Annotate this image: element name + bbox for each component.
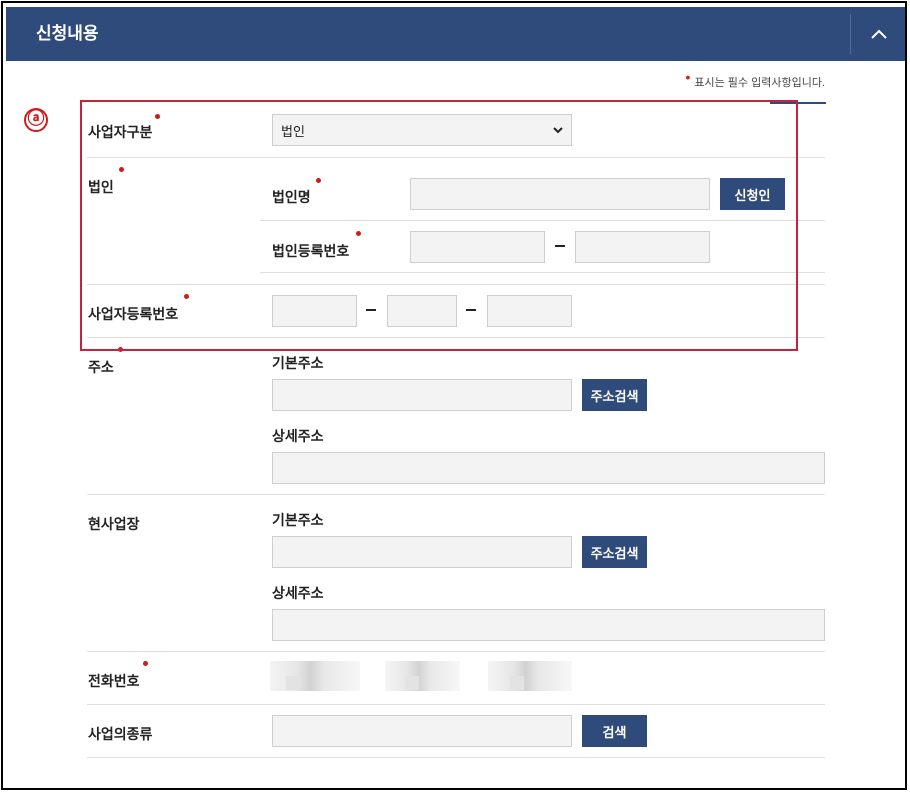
collapse-toggle-button[interactable] (853, 7, 905, 61)
site-basic-label: 기본주소 (272, 512, 324, 528)
address-search-button[interactable]: 주소검색 (582, 379, 647, 411)
phone-first-input-blurred[interactable] (270, 661, 360, 691)
required-dot-icon: • (685, 69, 691, 85)
phone-third-input-blurred[interactable] (488, 661, 572, 691)
highlight-box (80, 100, 798, 351)
section-title: 신청내용 (36, 24, 99, 43)
site-detail-label: 상세주소 (272, 585, 324, 601)
section-marker: ⓐ (24, 108, 48, 132)
blur-patch (510, 676, 524, 690)
section-header: 신청내용 (6, 7, 905, 61)
address-detail-label: 상세주소 (272, 428, 324, 444)
site-label: 현사업장 (88, 516, 140, 532)
required-note: • 표시는 필수 입력사항입니다. (685, 69, 825, 90)
blur-patch (405, 676, 419, 690)
phone-second-input-blurred[interactable] (385, 661, 460, 691)
address-label: 주소 (88, 359, 114, 375)
site-search-button[interactable]: 주소검색 (582, 536, 647, 568)
address-detail-input[interactable] (272, 452, 825, 484)
business-kind-label: 사업의종류 (88, 726, 153, 742)
row-divider (87, 494, 825, 495)
business-kind-search-button[interactable]: 검색 (582, 715, 647, 747)
row-divider (87, 651, 825, 652)
phone-label: 전화번호 (88, 673, 140, 689)
business-kind-input[interactable] (272, 715, 572, 747)
address-basic-label: 기본주소 (272, 355, 324, 371)
site-detail-input[interactable] (272, 609, 825, 641)
site-basic-input[interactable] (272, 536, 572, 568)
required-note-text: 표시는 필수 입력사항입니다. (694, 77, 825, 89)
header-divider (850, 14, 851, 54)
row-divider (87, 757, 825, 758)
row-divider (87, 704, 825, 705)
required-marker (143, 661, 148, 666)
address-basic-input[interactable] (272, 379, 572, 411)
chevron-up-icon (871, 29, 887, 39)
blur-patch (286, 676, 300, 690)
